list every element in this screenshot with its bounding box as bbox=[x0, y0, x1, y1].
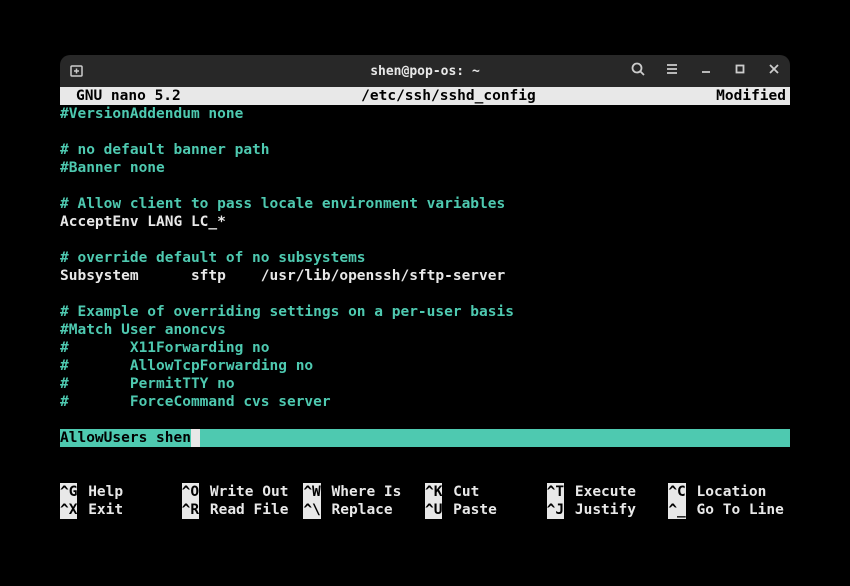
shortcut-label: Execute bbox=[564, 483, 636, 501]
shortcut-item: ^\ Replace bbox=[303, 501, 425, 519]
shortcut-item: ^T Execute bbox=[547, 483, 669, 501]
shortcut-item: ^J Justify bbox=[547, 501, 669, 519]
blank-line bbox=[60, 465, 790, 483]
cursor-line-text: AllowUsers shen bbox=[60, 429, 191, 447]
shortcut-label: Help bbox=[77, 483, 123, 501]
shortcut-label: Read File bbox=[199, 501, 288, 519]
menu-icon[interactable] bbox=[664, 61, 680, 81]
shortcut-key: ^\ bbox=[303, 501, 320, 519]
editor-line[interactable] bbox=[60, 285, 790, 303]
editor-line[interactable] bbox=[60, 411, 790, 429]
minimize-button[interactable] bbox=[698, 61, 714, 81]
shortcut-key: ^O bbox=[182, 483, 199, 501]
editor-line[interactable]: # PermitTTY no bbox=[60, 375, 790, 393]
shortcut-label: Go To Line bbox=[686, 501, 784, 519]
shortcut-item: ^X Exit bbox=[60, 501, 182, 519]
shortcut-key: ^J bbox=[547, 501, 564, 519]
editor-line[interactable]: # Allow client to pass locale environmen… bbox=[60, 195, 790, 213]
new-tab-icon[interactable] bbox=[68, 62, 86, 80]
shortcut-label: Replace bbox=[321, 501, 393, 519]
terminal-body[interactable]: GNU nano 5.2 /etc/ssh/sshd_config Modifi… bbox=[60, 87, 790, 519]
shortcut-label: Cut bbox=[442, 483, 479, 501]
editor-line[interactable]: #VersionAddendum none bbox=[60, 105, 790, 123]
search-icon[interactable] bbox=[630, 61, 646, 81]
shortcut-key: ^_ bbox=[668, 501, 685, 519]
shortcut-label: Where Is bbox=[321, 483, 402, 501]
editor-line[interactable]: # no default banner path bbox=[60, 141, 790, 159]
shortcut-label: Write Out bbox=[199, 483, 288, 501]
nano-file-path: /etc/ssh/sshd_config bbox=[181, 87, 716, 105]
close-button[interactable] bbox=[766, 61, 782, 81]
editor-line[interactable]: # X11Forwarding no bbox=[60, 339, 790, 357]
nano-app-name: GNU nano 5.2 bbox=[60, 87, 181, 105]
shortcut-label: Justify bbox=[564, 501, 636, 519]
shortcut-key: ^C bbox=[668, 483, 685, 501]
shortcut-key: ^U bbox=[425, 501, 442, 519]
editor-line[interactable]: # AllowTcpForwarding no bbox=[60, 357, 790, 375]
shortcut-item: ^R Read File bbox=[182, 501, 304, 519]
shortcut-key: ^W bbox=[303, 483, 320, 501]
editor-line[interactable]: #Banner none bbox=[60, 159, 790, 177]
shortcut-item: ^W Where Is bbox=[303, 483, 425, 501]
editor-line[interactable] bbox=[60, 123, 790, 141]
shortcut-key: ^T bbox=[547, 483, 564, 501]
editor-line[interactable]: # Example of overriding settings on a pe… bbox=[60, 303, 790, 321]
titlebar-controls bbox=[630, 61, 782, 81]
shortcut-key: ^X bbox=[60, 501, 77, 519]
shortcut-item: ^U Paste bbox=[425, 501, 547, 519]
shortcut-key: ^G bbox=[60, 483, 77, 501]
cursor-block bbox=[191, 429, 200, 447]
blank-line bbox=[60, 447, 790, 465]
editor-line[interactable]: # override default of no subsystems bbox=[60, 249, 790, 267]
shortcut-item: ^K Cut bbox=[425, 483, 547, 501]
shortcut-key: ^K bbox=[425, 483, 442, 501]
shortcut-label: Exit bbox=[77, 501, 123, 519]
titlebar[interactable]: shen@pop-os: ~ bbox=[60, 55, 790, 87]
nano-status: Modified bbox=[716, 87, 790, 105]
editor-line[interactable]: Subsystem sftp /usr/lib/openssh/sftp-ser… bbox=[60, 267, 790, 285]
maximize-button[interactable] bbox=[732, 61, 748, 81]
editor-line[interactable]: # ForceCommand cvs server bbox=[60, 393, 790, 411]
editor-line[interactable] bbox=[60, 231, 790, 249]
nano-header: GNU nano 5.2 /etc/ssh/sshd_config Modifi… bbox=[60, 87, 790, 105]
editor-line[interactable]: #Match User anoncvs bbox=[60, 321, 790, 339]
shortcut-item: ^O Write Out bbox=[182, 483, 304, 501]
editor-content[interactable]: #VersionAddendum none # no default banne… bbox=[60, 105, 790, 429]
editor-line[interactable]: AcceptEnv LANG LC_* bbox=[60, 213, 790, 231]
terminal-window: shen@pop-os: ~ bbox=[60, 55, 790, 519]
shortcut-label: Location bbox=[686, 483, 767, 501]
cursor-line[interactable]: AllowUsers shen bbox=[60, 429, 790, 447]
shortcut-item: ^G Help bbox=[60, 483, 182, 501]
shortcut-key: ^R bbox=[182, 501, 199, 519]
shortcut-label: Paste bbox=[442, 501, 496, 519]
shortcut-item: ^C Location bbox=[668, 483, 790, 501]
nano-shortcuts: ^G Help^O Write Out^W Where Is^K Cut^T E… bbox=[60, 483, 790, 519]
shortcut-item: ^_ Go To Line bbox=[668, 501, 790, 519]
editor-line[interactable] bbox=[60, 177, 790, 195]
